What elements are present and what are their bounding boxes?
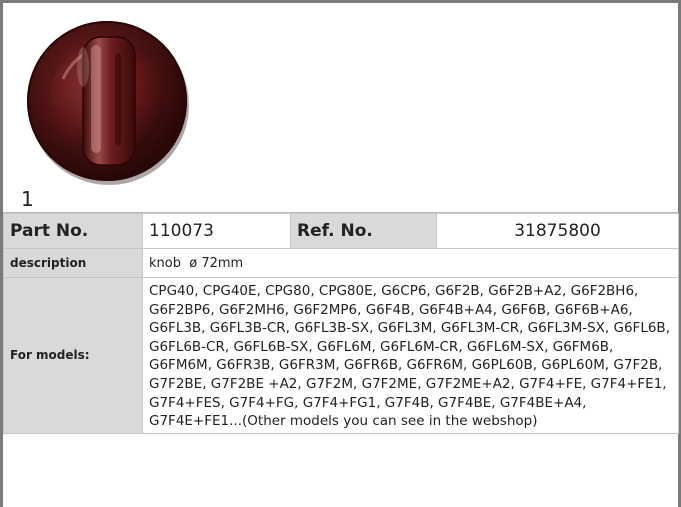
spec-table: Part No. 110073 Ref. No. 31875800 descri… (3, 213, 679, 434)
description-label: description (3, 248, 143, 278)
models-label: For models: (3, 277, 143, 434)
models-row: For models: CPG40, CPG40E, CPG80, CPG80E… (3, 277, 679, 434)
knob-image (27, 21, 189, 185)
image-number: 1 (21, 187, 34, 211)
ref-no-label: Ref. No. (290, 213, 437, 249)
part-row: Part No. 110073 Ref. No. 31875800 (3, 213, 679, 249)
models-list: CPG40, CPG40E, CPG80, CPG80E, G6CP6, G6F… (142, 277, 679, 434)
ref-no-value: 31875800 (436, 213, 679, 249)
product-sheet: 1 Part No. 110073 Ref. No. 31875800 desc… (0, 0, 681, 507)
part-no-label: Part No. (3, 213, 143, 249)
description-row: description knob ø 72mm (3, 248, 679, 278)
description-value: knob ø 72mm (142, 248, 679, 278)
part-no-value: 110073 (142, 213, 291, 249)
product-image-area: 1 (3, 3, 678, 213)
